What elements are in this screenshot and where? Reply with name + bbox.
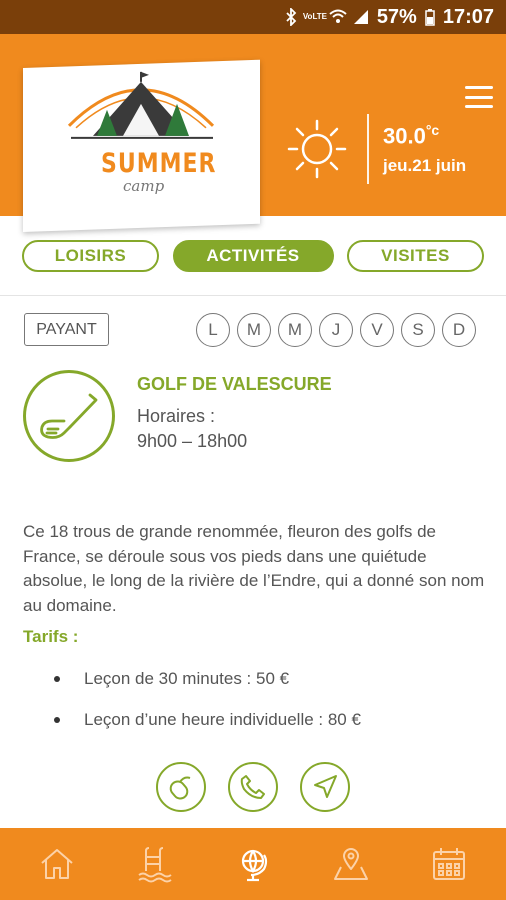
tarifs-label: Tarifs : [23, 627, 79, 646]
mouse-icon [169, 776, 191, 800]
home-icon [41, 849, 73, 879]
action-buttons [156, 762, 350, 812]
clock: 17:07 [442, 5, 494, 28]
battery-icon [425, 9, 435, 26]
weekday-list: L M M J V S D [196, 313, 476, 347]
temperature-unit: °c [425, 122, 440, 139]
weather-info: 30.0°c jeu.21 juin [383, 122, 466, 175]
app-header: SUMMER camp 30.0°c jeu.21 juin [0, 34, 506, 232]
tab-loisirs[interactable]: LOISIRS [22, 239, 159, 272]
call-button[interactable] [228, 762, 278, 812]
battery-percent: 57% [376, 5, 417, 28]
bluetooth-icon [286, 8, 297, 26]
activity-description: Ce 18 trous de grande renommée, fleuron … [23, 522, 485, 615]
temperature: 30.0°c [383, 122, 440, 149]
tab-activites[interactable]: ACTIVITÉS [172, 239, 334, 272]
day-sunday: D [442, 313, 476, 347]
weather-widget: 30.0°c jeu.21 juin [285, 114, 466, 184]
activity-icon [23, 370, 115, 462]
nav-pool[interactable] [125, 834, 185, 894]
list-item: Leçon d’une heure individuelle : 80 € [50, 708, 361, 749]
hours-value: 9h00 – 18h00 [137, 431, 248, 451]
day-saturday: S [401, 313, 435, 347]
status-icons: VoLTE [285, 8, 369, 26]
pool-icon [138, 847, 172, 883]
logo-title: SUMMER [101, 149, 217, 180]
weather-divider [367, 114, 369, 184]
activity-title: GOLF DE VALESCURE [137, 374, 332, 394]
category-tabs: LOISIRS ACTIVITÉS VISITES [0, 216, 506, 296]
sun-icon [287, 119, 347, 179]
nav-globe[interactable] [223, 834, 283, 894]
tab-visites[interactable]: VISITES [347, 239, 484, 272]
logo-subtitle: camp [123, 176, 165, 195]
volte-indicator: VoLTE [302, 12, 327, 21]
list-item: Leçon de 30 minutes : 50 € [50, 667, 361, 708]
calendar-icon [433, 848, 465, 880]
bottom-navigation [0, 828, 506, 900]
phone-icon [240, 775, 265, 799]
menu-button[interactable] [465, 86, 493, 108]
signal-icon [353, 10, 368, 24]
hamburger-icon [465, 86, 493, 89]
navigation-icon [314, 775, 337, 798]
wifi-icon [329, 9, 347, 23]
day-friday: V [360, 313, 394, 347]
map-icon [334, 848, 368, 880]
directions-button[interactable] [300, 762, 350, 812]
website-button[interactable] [156, 762, 206, 812]
day-wednesday: M [278, 313, 312, 347]
day-monday: L [196, 313, 230, 347]
logo-card[interactable]: SUMMER camp [23, 59, 260, 232]
nav-calendar[interactable] [419, 834, 479, 894]
nav-home[interactable] [27, 834, 87, 894]
pricing-badge: PAYANT [24, 313, 109, 346]
nav-map[interactable] [321, 834, 381, 894]
globe-icon [241, 849, 268, 882]
golf-club-icon [40, 393, 98, 439]
tarif-list: Leçon de 30 minutes : 50 € Leçon d’une h… [50, 667, 361, 749]
day-tuesday: M [237, 313, 271, 347]
status-bar: VoLTE 57% 17:07 [0, 0, 506, 34]
hours-label: Horaires : [137, 406, 216, 426]
day-thursday: J [319, 313, 353, 347]
current-date: jeu.21 juin [383, 155, 467, 175]
